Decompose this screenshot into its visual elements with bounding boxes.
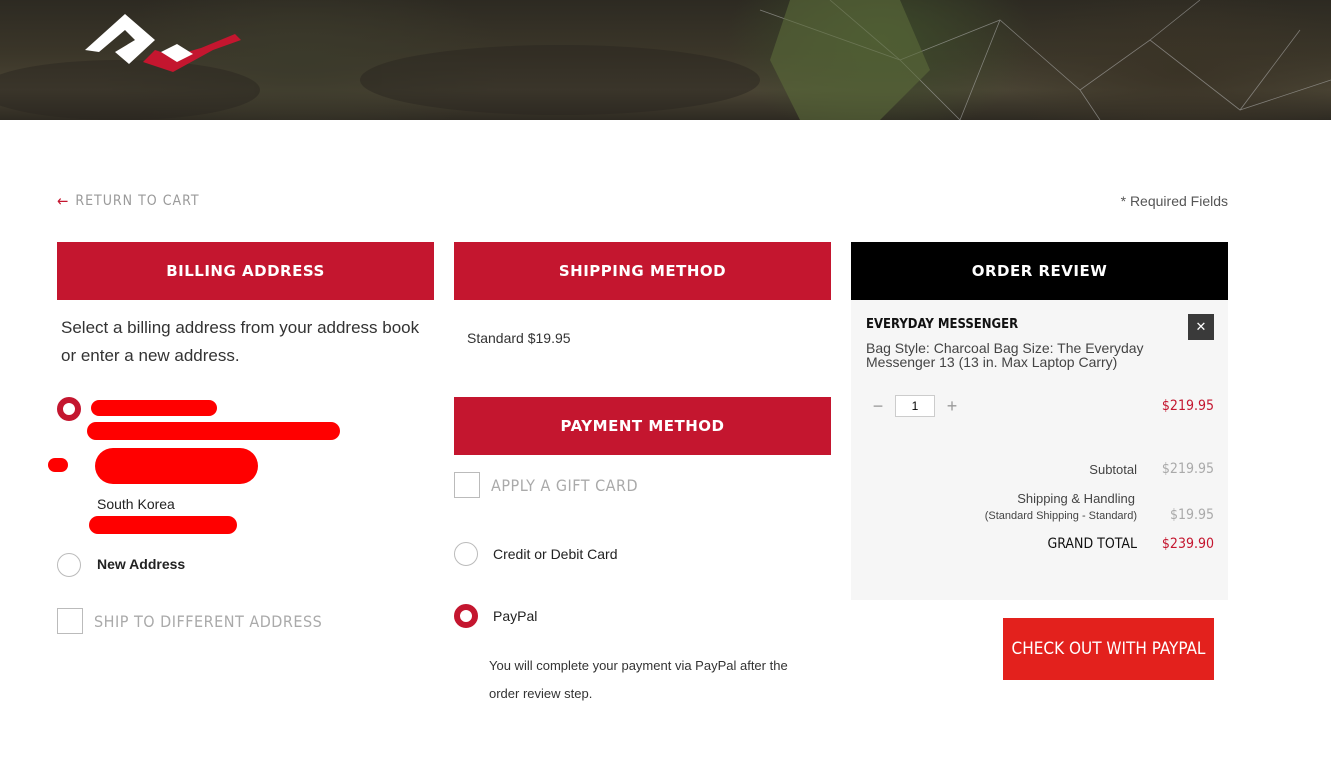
shipping-option-standard: Standard $19.95: [467, 330, 571, 346]
item-name: EVERYDAY MESSENGER: [866, 317, 1019, 332]
saved-address-radio[interactable]: [57, 397, 81, 421]
shipping-value: $19.95: [1169, 507, 1214, 523]
gift-card-checkbox[interactable]: [454, 472, 480, 498]
checkout-paypal-button[interactable]: CHECK OUT WITH PAYPAL: [1003, 618, 1214, 680]
billing-section: BILLING ADDRESS Select a billing address…: [48, 242, 434, 662]
quantity-stepper: − +: [869, 395, 961, 417]
shipping-label: Shipping & Handling: [1017, 491, 1135, 506]
shipping-header: SHIPPING METHOD: [454, 242, 831, 300]
ship-different-checkbox[interactable]: [57, 608, 83, 634]
credit-card-radio[interactable]: [454, 542, 478, 566]
quantity-input[interactable]: [895, 395, 935, 417]
paypal-note: You will complete your payment via PayPa…: [489, 658, 788, 701]
ship-different-label[interactable]: SHIP TO DIFFERENT ADDRESS: [94, 612, 322, 631]
item-price: $219.95: [1161, 398, 1214, 414]
return-to-cart-label: RETURN TO CART: [75, 193, 200, 209]
plus-icon[interactable]: +: [943, 396, 961, 417]
redacted-text: [95, 448, 258, 484]
redacted-text: [87, 422, 340, 440]
redacted-text: [91, 400, 217, 416]
item-description: Bag Style: Charcoal Bag Size: The Everyd…: [866, 340, 1144, 370]
grand-total-value: $239.90: [1161, 536, 1214, 552]
order-review-header: ORDER REVIEW: [851, 242, 1228, 300]
required-fields-note: * Required Fields: [1120, 193, 1228, 209]
arrow-left-icon: ←: [57, 192, 70, 210]
new-address-radio[interactable]: [57, 553, 81, 577]
redacted-text: [89, 516, 237, 534]
paypal-radio[interactable]: [454, 604, 478, 628]
redacted-text: [48, 458, 68, 472]
return-to-cart-link[interactable]: ← RETURN TO CART: [57, 192, 200, 210]
order-review-section: ORDER REVIEW EVERYDAY MESSENGER ✕ Bag St…: [851, 242, 1228, 682]
payment-header: PAYMENT METHOD: [454, 397, 831, 455]
grand-total-label: GRAND TOTAL: [1047, 536, 1137, 552]
order-review-body: EVERYDAY MESSENGER ✕ Bag Style: Charcoal…: [851, 300, 1228, 600]
subtotal-value: $219.95: [1161, 461, 1214, 477]
shipping-payment-section: SHIPPING METHOD Standard $19.95 PAYMENT …: [454, 242, 831, 722]
peak-design-logo-icon[interactable]: [85, 12, 245, 81]
subtotal-label: Subtotal: [1089, 462, 1137, 477]
shipping-sublabel: (Standard Shipping - Standard): [984, 510, 1137, 522]
billing-intro-text: Select a billing address from your addre…: [61, 318, 420, 365]
minus-icon[interactable]: −: [869, 396, 887, 417]
saved-address-country: South Korea: [97, 496, 175, 512]
close-icon: ✕: [1195, 319, 1207, 334]
paypal-label[interactable]: PayPal: [493, 608, 537, 624]
billing-header: BILLING ADDRESS: [57, 242, 434, 300]
remove-item-button[interactable]: ✕: [1188, 314, 1214, 340]
new-address-label[interactable]: New Address: [97, 556, 185, 572]
gift-card-label[interactable]: APPLY A GIFT CARD: [491, 476, 638, 495]
hero-banner: [0, 0, 1331, 120]
credit-card-label[interactable]: Credit or Debit Card: [493, 546, 618, 562]
